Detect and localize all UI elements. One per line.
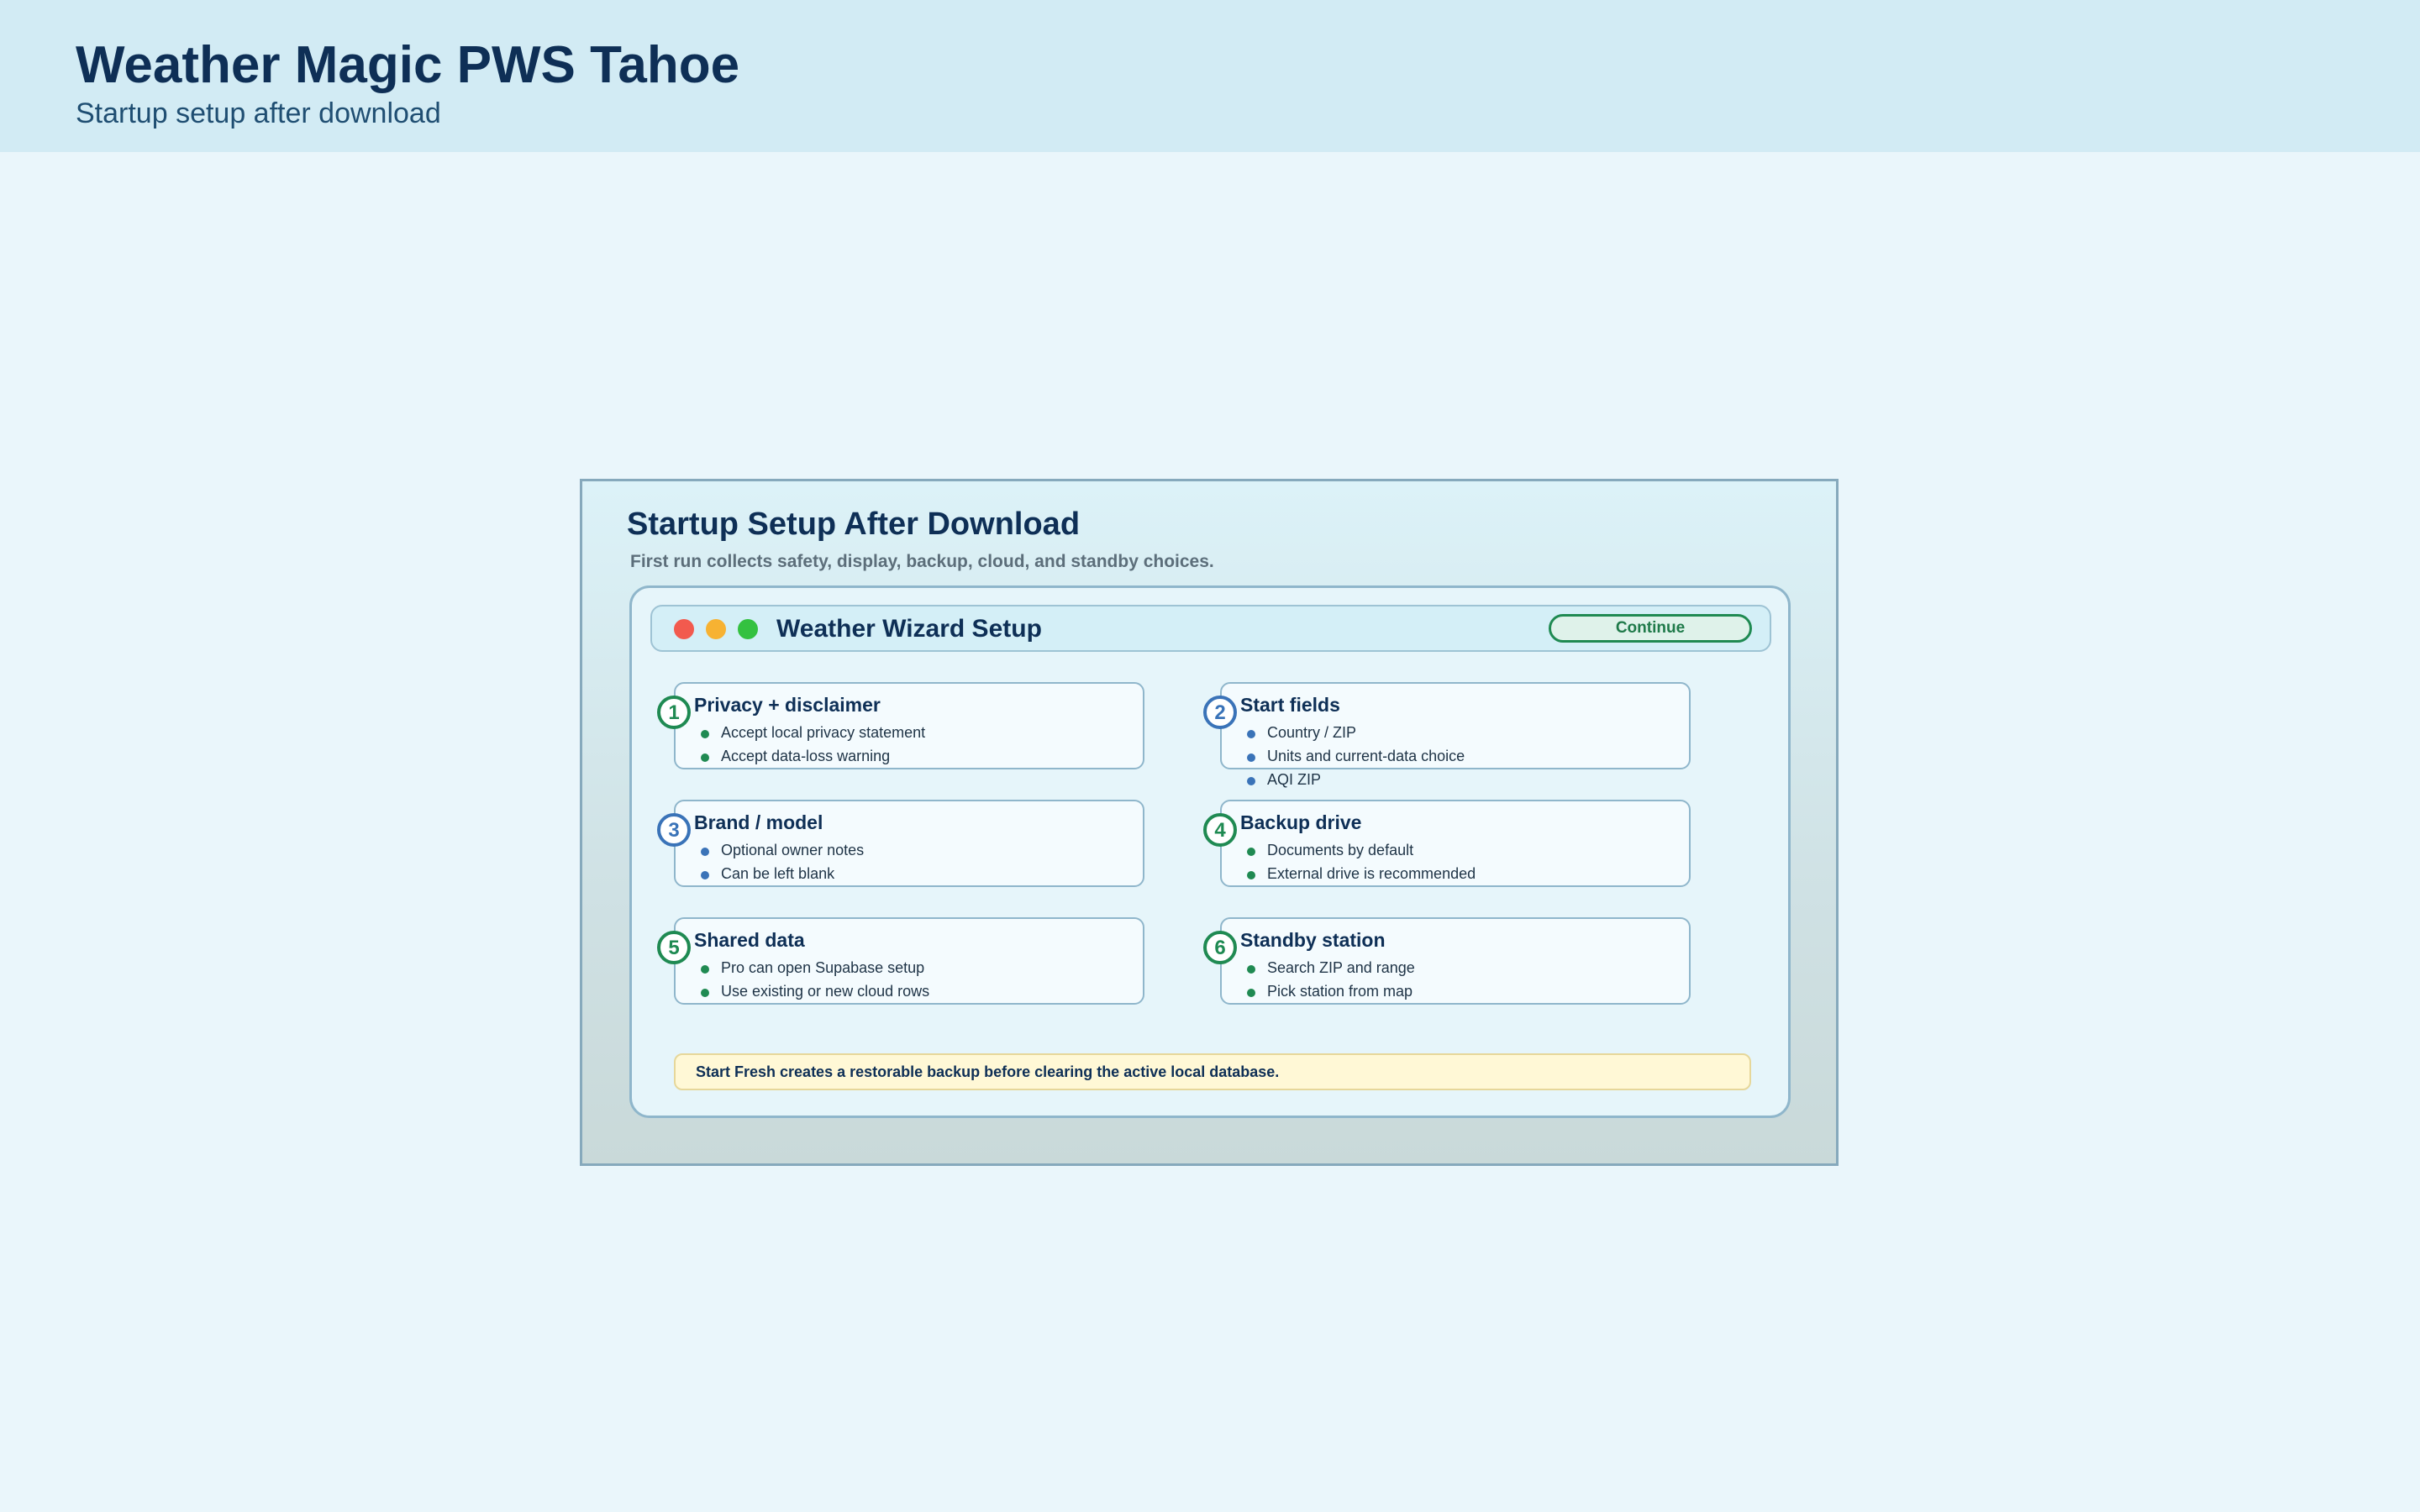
- bullet-icon: [1247, 777, 1255, 785]
- step-item-text: External drive is recommended: [1267, 865, 1476, 882]
- frame-title: Startup Setup After Download: [627, 507, 1081, 542]
- step-title: Privacy + disclaimer: [694, 694, 881, 716]
- step-item-text: AQI ZIP: [1267, 771, 1322, 788]
- step-number-badge: 4: [1203, 813, 1237, 847]
- step-item: Country / ZIP: [1247, 721, 1465, 744]
- step-number-badge: 5: [657, 931, 691, 964]
- bullet-icon: [701, 871, 709, 879]
- step-item: Pro can open Supabase setup: [701, 956, 929, 979]
- step-items: Pro can open Supabase setup Use existing…: [701, 956, 929, 1003]
- step-item: Use existing or new cloud rows: [701, 979, 929, 1003]
- start-fresh-note: Start Fresh creates a restorable backup …: [674, 1053, 1751, 1090]
- bullet-icon: [1247, 848, 1255, 856]
- step-items: Search ZIP and range Pick station from m…: [1247, 956, 1415, 1003]
- setup-frame: Startup Setup After Download First run c…: [580, 479, 1839, 1166]
- step-item-text: Can be left blank: [721, 865, 835, 882]
- step-item: Units and current-data choice: [1247, 744, 1465, 768]
- step-title: Backup drive: [1240, 811, 1362, 833]
- step-card-brand-model: 3 Brand / model Optional owner notes Can…: [657, 800, 1144, 887]
- step-title: Shared data: [694, 929, 805, 951]
- step-card-shared-data: 5 Shared data Pro can open Supabase setu…: [657, 917, 1144, 1005]
- step-item: Documents by default: [1247, 838, 1476, 862]
- page-header: Weather Magic PWS Tahoe Startup setup af…: [0, 0, 2420, 152]
- step-number-badge: 3: [657, 813, 691, 847]
- close-window-button[interactable]: [674, 619, 694, 639]
- step-card-standby-station: 6 Standby station Search ZIP and range P…: [1203, 917, 1691, 1005]
- zoom-window-button[interactable]: [738, 619, 758, 639]
- page-subtitle: Startup setup after download: [76, 97, 441, 129]
- step-card-start-fields: 2 Start fields Country / ZIP Units and c…: [1203, 682, 1691, 788]
- step-title: Standby station: [1240, 929, 1386, 951]
- step-item-text: Accept local privacy statement: [721, 724, 926, 741]
- step-items: Documents by default External drive is r…: [1247, 838, 1476, 885]
- bullet-icon: [701, 730, 709, 738]
- step-item-text: Accept data-loss warning: [721, 748, 891, 764]
- bullet-icon: [1247, 730, 1255, 738]
- step-item-text: Country / ZIP: [1267, 724, 1357, 741]
- step-number-badge: 1: [657, 696, 691, 729]
- bullet-icon: [701, 753, 709, 762]
- bullet-icon: [1247, 753, 1255, 762]
- step-item-text: Optional owner notes: [721, 842, 865, 858]
- step-item-text: Search ZIP and range: [1267, 959, 1415, 976]
- bullet-icon: [1247, 989, 1255, 997]
- continue-button[interactable]: Continue: [1549, 614, 1752, 643]
- step-item: Accept data-loss warning: [701, 744, 925, 768]
- step-items: Country / ZIP Units and current-data cho…: [1247, 721, 1465, 791]
- page-title: Weather Magic PWS Tahoe: [76, 36, 740, 94]
- window-title: Weather Wizard Setup: [776, 615, 1042, 643]
- step-item-text: Pick station from map: [1267, 983, 1413, 1000]
- step-title: Brand / model: [694, 811, 823, 833]
- step-number-badge: 2: [1203, 696, 1237, 729]
- step-item: Search ZIP and range: [1247, 956, 1415, 979]
- frame-subtitle: First run collects safety, display, back…: [630, 552, 1214, 571]
- bullet-icon: [701, 989, 709, 997]
- minimize-window-button[interactable]: [706, 619, 726, 639]
- step-items: Optional owner notes Can be left blank: [701, 838, 864, 885]
- step-item: AQI ZIP: [1247, 768, 1465, 791]
- bullet-icon: [1247, 965, 1255, 974]
- step-title: Start fields: [1240, 694, 1340, 716]
- step-item-text: Documents by default: [1267, 842, 1414, 858]
- step-item-text: Use existing or new cloud rows: [721, 983, 930, 1000]
- step-item: Pick station from map: [1247, 979, 1415, 1003]
- step-number-badge: 6: [1203, 931, 1237, 964]
- step-item: Accept local privacy statement: [701, 721, 925, 744]
- wizard-window: Weather Wizard Setup Continue 1 Privacy …: [629, 585, 1791, 1118]
- bullet-icon: [701, 965, 709, 974]
- step-item: External drive is recommended: [1247, 862, 1476, 885]
- window-titlebar: Weather Wizard Setup Continue: [650, 605, 1771, 652]
- step-card-backup-drive: 4 Backup drive Documents by default Exte…: [1203, 800, 1691, 887]
- step-item: Can be left blank: [701, 862, 864, 885]
- bullet-icon: [701, 848, 709, 856]
- step-item: Optional owner notes: [701, 838, 864, 862]
- bullet-icon: [1247, 871, 1255, 879]
- step-item-text: Pro can open Supabase setup: [721, 959, 925, 976]
- step-item-text: Units and current-data choice: [1267, 748, 1465, 764]
- step-card-privacy: 1 Privacy + disclaimer Accept local priv…: [657, 682, 1144, 769]
- step-items: Accept local privacy statement Accept da…: [701, 721, 925, 768]
